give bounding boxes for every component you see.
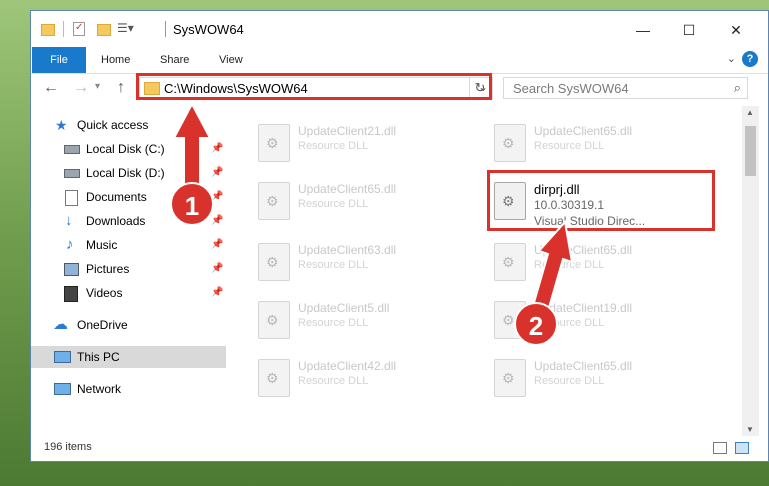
step-1-badge: 1 (170, 182, 214, 226)
up-arrow-annotation (172, 101, 212, 191)
annotation-arrows (172, 101, 574, 320)
step-2-badge: 2 (514, 302, 558, 346)
